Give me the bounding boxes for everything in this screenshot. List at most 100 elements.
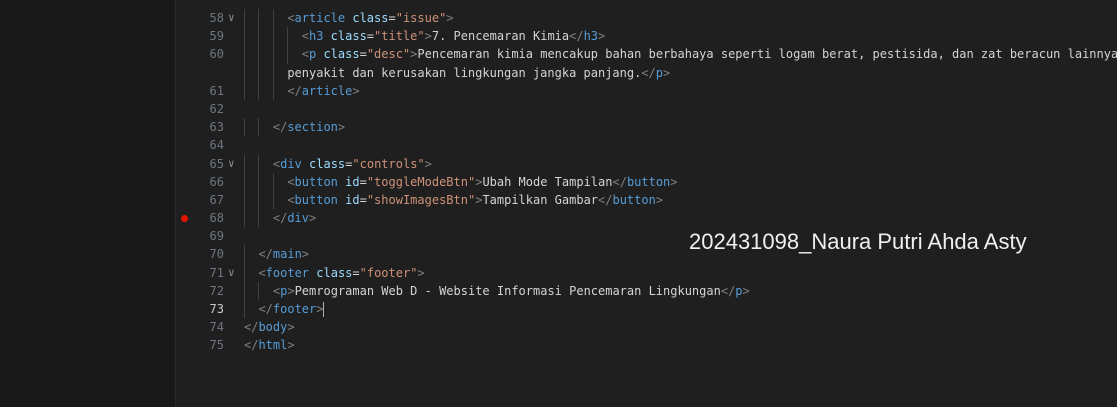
sidebar-panel — [0, 0, 176, 407]
code-token: id — [345, 192, 360, 207]
code-token: class — [352, 11, 389, 25]
code-content[interactable]: <button id="toggleModeBtn">Ubah Mode Tam… — [287, 173, 677, 191]
code-editor[interactable]: 58 ∨ <article class="issue"> 59 <h3 class="t… — [176, 0, 1117, 407]
code-line[interactable]: 62 — [176, 100, 1117, 118]
chevron-down-icon[interactable]: ∨ — [228, 264, 240, 282]
line-number: 69 — [209, 229, 224, 244]
code-content[interactable]: <p>Pemrograman Web D - Website Informasi… — [273, 282, 750, 300]
code-content[interactable]: </section> — [273, 118, 345, 136]
code-content[interactable]: </div> — [273, 209, 316, 227]
code-token: < — [287, 174, 295, 189]
code-content[interactable]: <button id="showImagesBtn">Tampilkan Gam… — [287, 191, 663, 209]
code-token: = — [359, 174, 367, 189]
code-line[interactable]: 67 <button id="showImagesBtn">Tampilkan G… — [176, 190, 1117, 210]
code-content[interactable]: <h3 class="title">7. Pencemaran Kimia</h… — [302, 27, 606, 45]
code-content[interactable]: <article class="issue"> — [287, 9, 453, 27]
code-token: < — [301, 47, 309, 62]
code-content[interactable]: </footer> — [258, 300, 325, 318]
chevron-down-icon[interactable]: ∨ — [228, 155, 240, 173]
code-line[interactable]: 66 <button id="toggleModeBtn">Ubah Mode T… — [176, 172, 1117, 191]
code-token: p — [735, 283, 743, 298]
code-token: </ — [258, 302, 273, 316]
code-token: = — [359, 192, 367, 207]
code-line[interactable]: 73 </footer> — [176, 300, 1117, 319]
code-token: id — [345, 174, 360, 189]
code-line[interactable]: 58 ∨ <article class="issue"> — [176, 9, 1117, 28]
line-number: 58 — [209, 11, 224, 25]
code-content[interactable]: penyakit dan kerusakan lingkungan jangka… — [287, 64, 670, 82]
code-token: > — [309, 211, 317, 226]
code-line[interactable]: penyakit dan kerusakan lingkungan jangka… — [176, 63, 1117, 82]
code-token: </ — [244, 320, 259, 335]
indent-guide — [258, 190, 260, 210]
code-token: = — [352, 265, 360, 280]
code-line[interactable]: 71 ∨ <footer class="footer"> — [176, 263, 1117, 282]
code-line[interactable]: 72 <p>Pemrograman Web D - Website Informa… — [176, 281, 1117, 300]
indent-guide — [258, 209, 260, 228]
code-token: </ — [641, 65, 656, 80]
line-number: 74 — [209, 320, 224, 335]
code-line[interactable]: 61 </article> — [176, 81, 1117, 100]
code-token: "issue" — [395, 11, 447, 25]
code-token: button — [612, 192, 656, 207]
code-token: </ — [272, 120, 288, 135]
code-line[interactable]: 65 ∨ <div class="controls"> — [176, 154, 1117, 173]
code-token: > — [337, 120, 346, 135]
line-number: 66 — [209, 174, 224, 189]
code-content[interactable]: </article> — [287, 82, 359, 100]
code-token: 7. Pencemaran Kimia — [431, 29, 570, 44]
code-content[interactable]: </body> — [244, 318, 295, 336]
code-token: = — [388, 11, 396, 25]
indent-guide — [272, 172, 274, 191]
code-token: html — [258, 338, 288, 353]
code-token: "footer" — [359, 265, 418, 280]
line-number: 71 — [209, 265, 224, 280]
code-line[interactable]: 60 <p class="desc">Pencemaran kimia menca… — [176, 45, 1117, 64]
code-token: > — [287, 338, 295, 353]
code-line[interactable]: 59 <h3 class="title">7. Pencemaran Kimia<… — [176, 27, 1117, 46]
code-token: > — [287, 283, 295, 298]
code-token: < — [258, 265, 266, 280]
indent-guide — [244, 300, 245, 319]
code-line[interactable]: 64 — [176, 136, 1117, 154]
code-line[interactable]: 68 </div> — [176, 209, 1117, 228]
chevron-down-icon[interactable]: ∨ — [228, 9, 240, 27]
code-content[interactable]: <footer class="footer"> — [258, 264, 424, 282]
code-token: > — [670, 174, 678, 189]
code-token: > — [655, 192, 664, 207]
code-token: main — [272, 247, 302, 262]
code-token: < — [287, 11, 295, 25]
code-token: Pemrograman Web D - Website Informasi Pe… — [294, 283, 721, 298]
code-lines[interactable]: 58 ∨ <article class="issue"> 59 <h3 class="t… — [176, 9, 1117, 355]
code-token: </ — [287, 83, 302, 98]
code-content[interactable]: <div class="controls"> — [273, 155, 432, 173]
code-token: > — [663, 65, 671, 80]
code-token: > — [424, 29, 432, 44]
code-content[interactable]: <p class="desc">Pencemaran kimia mencaku… — [302, 45, 1117, 63]
indent-guide — [287, 27, 289, 46]
code-token: p — [655, 65, 664, 80]
code-token: div — [280, 156, 302, 171]
indent-guide — [244, 63, 245, 82]
code-token: </ — [598, 192, 613, 207]
code-token: body — [258, 320, 288, 335]
code-token: > — [287, 320, 295, 335]
line-number: 67 — [209, 192, 224, 207]
code-token: > — [742, 283, 750, 298]
code-token: class — [309, 156, 346, 171]
indent-guide — [244, 190, 245, 210]
code-token: Ubah Mode Tampilan — [482, 174, 613, 189]
code-line[interactable]: 75 </html> — [176, 336, 1117, 354]
code-token: = — [366, 29, 375, 44]
code-token: > — [446, 11, 454, 25]
code-line[interactable]: 74 </body> — [176, 318, 1117, 336]
indent-guide — [258, 45, 260, 64]
code-content[interactable]: </html> — [244, 336, 295, 354]
code-token: button — [294, 192, 338, 207]
code-line[interactable]: 63 </section> — [176, 118, 1117, 137]
line-number: 62 — [209, 101, 224, 116]
line-number: 68 — [209, 211, 224, 226]
code-content[interactable]: </main> — [258, 245, 309, 263]
indent-guide — [244, 45, 245, 64]
indent-guide — [272, 27, 274, 46]
